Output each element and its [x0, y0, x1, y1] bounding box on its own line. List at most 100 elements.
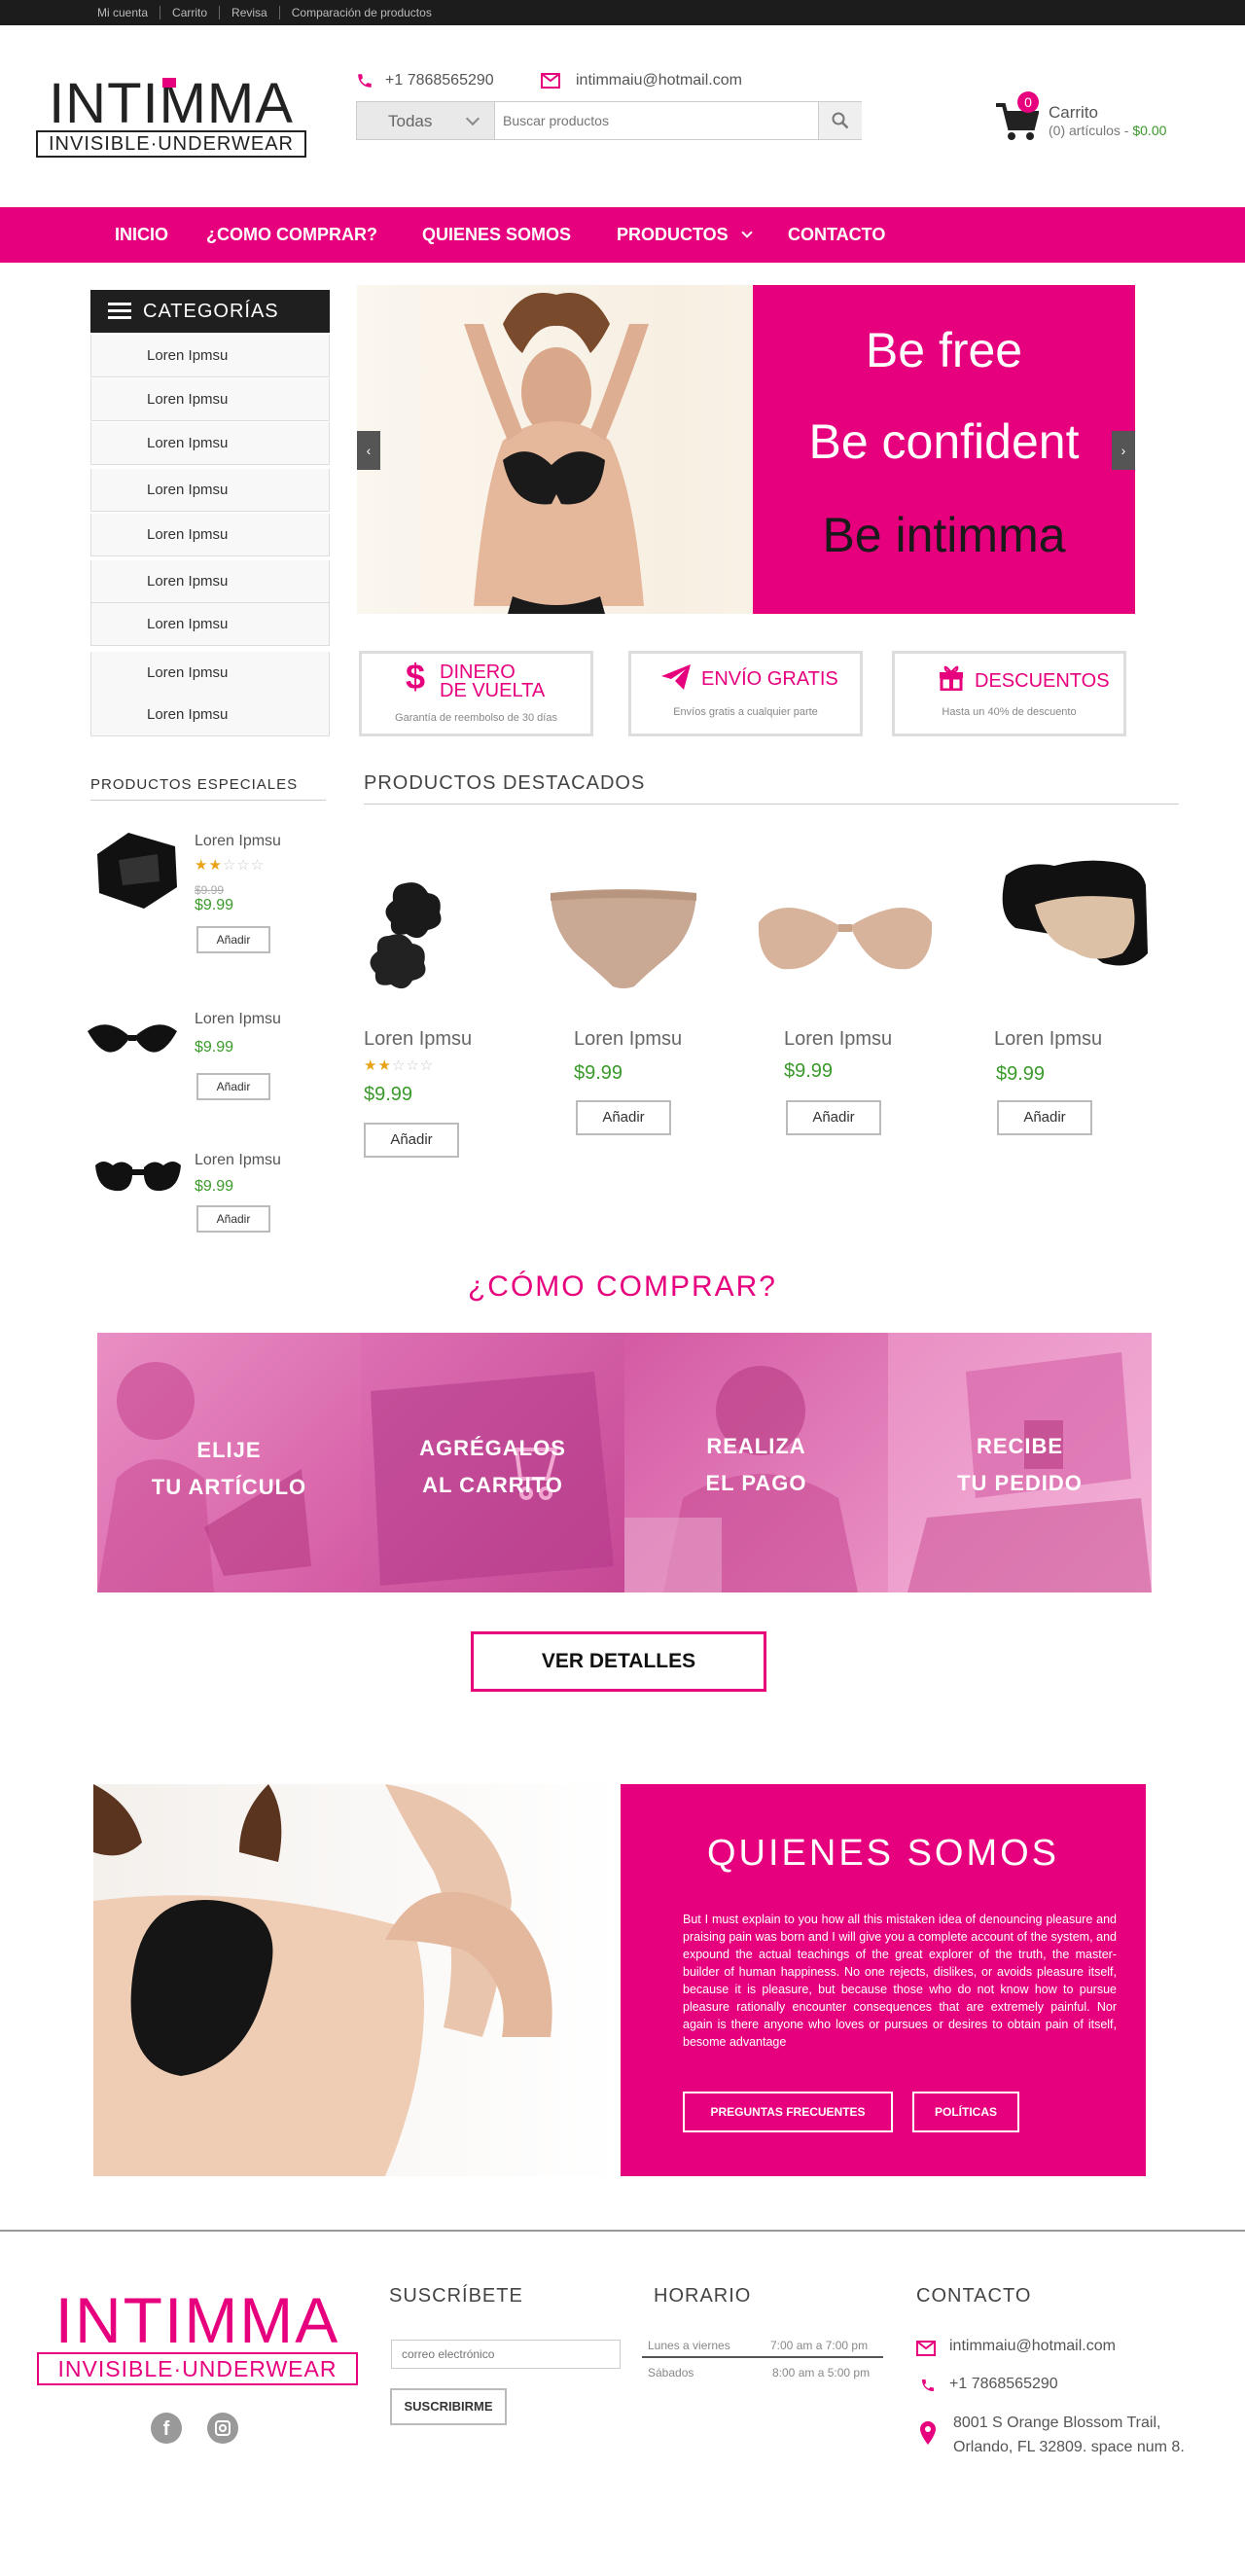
phone-icon: [358, 74, 372, 88]
step-label: AL CARRITO: [422, 1473, 563, 1497]
slider-next-button[interactable]: ›: [1112, 431, 1135, 470]
featured-product-price: $9.99: [574, 1062, 623, 1084]
rating-stars: ★★☆☆☆: [195, 857, 266, 874]
special-product-name[interactable]: Loren Ipmsu: [195, 1152, 281, 1169]
specials-title-underline: [90, 800, 326, 801]
category-item[interactable]: Loren Ipmsu: [90, 514, 330, 556]
feature-subtitle: Hasta un 40% de descuento: [942, 706, 1077, 718]
about-panel: QUIENES SOMOS But I must explain to you …: [621, 1784, 1146, 2176]
cart-label: Carrito: [1049, 103, 1099, 122]
subscribe-button[interactable]: SUSCRIBIRME: [390, 2388, 507, 2425]
specials-title: PRODUCTOS ESPECIALES: [90, 776, 299, 793]
add-to-cart-button[interactable]: Añadir: [997, 1100, 1092, 1135]
hero-line-2: Be confident: [808, 414, 1080, 469]
step-label: ELIJE: [196, 1438, 262, 1462]
special-product-image: [88, 1024, 177, 1053]
cart-link[interactable]: Carrito: [160, 6, 219, 19]
phone-icon: [922, 2379, 934, 2391]
cart-count-badge: 0: [1017, 91, 1039, 113]
feature-subtitle: Envíos gratis a cualquier parte: [673, 706, 818, 718]
add-to-cart-button[interactable]: Añadir: [364, 1123, 459, 1158]
hero-model-image: [464, 293, 649, 614]
add-to-cart-button[interactable]: Añadir: [196, 1073, 270, 1100]
cart-widget[interactable]: 0 Carrito (0) artículos - $0.00: [994, 91, 1189, 146]
category-item[interactable]: Loren Ipmsu: [90, 469, 330, 512]
hours-row: Sábados 8:00 am a 5:00 pm: [642, 2362, 883, 2385]
hours-day: Lunes a viernes: [648, 2339, 730, 2352]
search-category-select[interactable]: Todas: [357, 102, 495, 139]
category-item[interactable]: Loren Ipmsu: [90, 694, 330, 736]
dollar-icon: $: [406, 658, 425, 695]
footer-logo-wordmark: INTIMMA: [54, 2284, 340, 2356]
special-product-image: [95, 1162, 181, 1192]
menu-icon: [108, 303, 131, 319]
about-text: But I must explain to you how all this m…: [683, 1913, 1117, 2049]
category-item[interactable]: Loren Ipmsu: [90, 603, 330, 646]
compare-link[interactable]: Comparación de productos: [278, 6, 444, 19]
special-product-price: $9.99: [195, 1039, 234, 1055]
category-item[interactable]: Loren Ipmsu: [90, 652, 330, 695]
header-email: intimmaiu@hotmail.com: [541, 72, 742, 89]
step-label: EL PAGO: [705, 1471, 807, 1495]
hours-row: Lunes a viernes 7:00 am a 7:00 pm: [642, 2335, 883, 2358]
feature-title: DE VUELTA: [440, 680, 546, 701]
site-logo[interactable]: INTIMMA INVISIBLE·UNDERWEAR: [36, 76, 306, 160]
nav-productos[interactable]: PRODUCTOS: [617, 225, 753, 245]
step-label: AGRÉGALOS: [419, 1436, 566, 1460]
featured-product-name[interactable]: Loren Ipmsu: [784, 1028, 892, 1051]
category-item[interactable]: Loren Ipmsu: [90, 422, 330, 465]
logo-tagline: INVISIBLE·UNDERWEAR: [36, 130, 306, 158]
footer-email[interactable]: intimmaiu@hotmail.com: [949, 2338, 1116, 2355]
featured-product-image: [551, 889, 696, 988]
paper-plane-icon: [661, 664, 691, 690]
featured-title: PRODUCTOS DESTACADOS: [364, 772, 646, 794]
logo-i-accent: [162, 78, 176, 88]
subscribe-title: SUSCRÍBETE: [389, 2285, 523, 2307]
feature-free-shipping: ENVÍO GRATIS Envíos gratis a cualquier p…: [628, 651, 863, 736]
newsletter-email-input[interactable]: [391, 2340, 621, 2369]
step-label: TU PEDIDO: [957, 1471, 1083, 1495]
footer-phone: +1 7868565290: [949, 2376, 1058, 2392]
footer-logo-tagline: INVISIBLE·UNDERWEAR: [37, 2352, 358, 2385]
add-to-cart-button[interactable]: Añadir: [196, 926, 270, 953]
hero-line-1: Be free: [865, 323, 1023, 377]
category-item[interactable]: Loren Ipmsu: [90, 335, 330, 377]
featured-product-name[interactable]: Loren Ipmsu: [364, 1028, 472, 1051]
facebook-icon[interactable]: f: [151, 2413, 182, 2444]
featured-product-price: $9.99: [364, 1084, 413, 1105]
header-phone: +1 7868565290: [356, 72, 494, 89]
faq-button[interactable]: PREGUNTAS FRECUENTES: [683, 2092, 893, 2132]
special-product-name[interactable]: Loren Ipmsu: [195, 1011, 281, 1028]
search-input[interactable]: [503, 108, 814, 133]
search-button[interactable]: [818, 102, 862, 139]
checkout-link[interactable]: Revisa: [219, 6, 279, 19]
category-item[interactable]: Loren Ipmsu: [90, 560, 330, 603]
view-details-button[interactable]: VER DETALLES: [471, 1631, 766, 1692]
my-account-link[interactable]: Mi cuenta: [97, 6, 160, 19]
slider-prev-button[interactable]: ‹: [357, 431, 380, 470]
nav-como-comprar[interactable]: ¿COMO COMPRAR?: [206, 225, 377, 245]
add-to-cart-button[interactable]: Añadir: [196, 1205, 270, 1233]
main-nav: INICIO ¿COMO COMPRAR? QUIENES SOMOS PROD…: [0, 207, 1245, 263]
categories-title: CATEGORÍAS: [143, 301, 279, 322]
step-label: TU ARTÍCULO: [151, 1475, 307, 1499]
category-item[interactable]: Loren Ipmsu: [90, 378, 330, 421]
featured-product-image: [370, 882, 442, 989]
add-to-cart-button[interactable]: Añadir: [786, 1100, 881, 1135]
chevron-down-icon: [465, 111, 480, 126]
search-icon: [832, 112, 849, 129]
cart-total: $0.00: [1132, 123, 1167, 138]
nav-quienes-somos[interactable]: QUIENES SOMOS: [422, 225, 571, 245]
instagram-icon[interactable]: [207, 2413, 238, 2444]
nav-contacto[interactable]: CONTACTO: [788, 225, 885, 245]
footer-logo[interactable]: INTIMMA INVISIBLE·UNDERWEAR: [37, 2288, 358, 2389]
header-email-text[interactable]: intimmaiu@hotmail.com: [576, 72, 742, 89]
special-product-price: $9.99: [195, 1178, 234, 1195]
nav-inicio[interactable]: INICIO: [115, 225, 168, 245]
featured-product-name[interactable]: Loren Ipmsu: [994, 1028, 1102, 1051]
policies-button[interactable]: POLÍTICAS: [912, 2092, 1019, 2132]
special-product-name[interactable]: Loren Ipmsu: [195, 833, 281, 850]
add-to-cart-button[interactable]: Añadir: [576, 1100, 671, 1135]
featured-product-image: [758, 907, 933, 970]
featured-product-name[interactable]: Loren Ipmsu: [574, 1028, 682, 1051]
